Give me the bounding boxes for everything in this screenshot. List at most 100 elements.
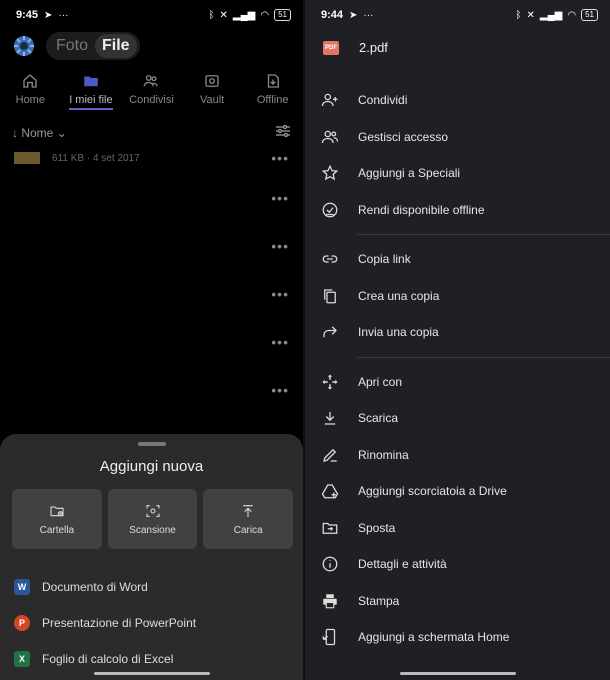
manage-access-icon xyxy=(321,130,339,143)
new-powerpoint-presentation[interactable]: P Presentazione di PowerPoint xyxy=(0,605,303,641)
menu-item-rename[interactable]: Rinomina xyxy=(305,437,610,474)
upload-button[interactable]: Carica xyxy=(203,489,294,549)
bluetooth-icon: ᛒ xyxy=(208,9,215,21)
menu-separator xyxy=(357,356,610,358)
status-bar: 9:45 ➤ ··· ᛒ ✕ ▂▄▆ ◠ 51 xyxy=(0,0,303,30)
right-screen: 9:44 ➤ ··· ᛒ ✕ ▂▄▆ ◠ 51 PDF 2.pdf Condivi… xyxy=(305,0,610,680)
scan-button[interactable]: Scansione xyxy=(107,489,198,549)
new-document-list: W Documento di Word P Presentazione di P… xyxy=(0,569,303,677)
menu-item-manage-access[interactable]: Gestisci accesso xyxy=(305,119,610,156)
menu-item-details[interactable]: Dettagli e attività xyxy=(305,546,610,583)
menu-item-print[interactable]: Stampa xyxy=(305,583,610,620)
menu-item-send-copy[interactable]: Invia una copia xyxy=(305,314,610,351)
tab-vault[interactable]: Vault xyxy=(182,72,243,110)
tab-shared[interactable]: Condivisi xyxy=(121,72,182,110)
more-notifications-icon: ··· xyxy=(58,9,69,21)
signal-icon: ▂▄▆ xyxy=(232,9,256,21)
offline-icon xyxy=(267,74,279,88)
file-row[interactable]: ••• xyxy=(14,380,289,400)
menu-item-add-starred[interactable]: Aggiungi a Speciali xyxy=(305,155,610,192)
sheet-drag-handle[interactable] xyxy=(137,442,166,446)
send-icon xyxy=(323,326,337,338)
tab-bar: Home I miei file Condivisi Vault Offline xyxy=(0,72,303,110)
file-row[interactable]: ••• xyxy=(14,236,289,256)
menu-item-add-shortcut[interactable]: Aggiungi scorciatoia a Drive xyxy=(305,473,610,510)
more-options-icon[interactable]: ••• xyxy=(271,238,289,254)
menu-item-make-offline[interactable]: Rendi disponibile offline xyxy=(305,192,610,229)
add-new-sheet: Aggiungi nuova Cartella Scansione Carica… xyxy=(0,434,303,680)
battery-icon: 51 xyxy=(581,9,598,21)
bluetooth-icon: ᛒ xyxy=(515,9,522,21)
telegram-icon: ➤ xyxy=(44,9,53,21)
file-row[interactable]: ••• xyxy=(14,188,289,208)
home-indicator[interactable] xyxy=(399,672,516,675)
sort-bar: ↓ Nome ⌄ xyxy=(12,124,291,141)
menu-item-move[interactable]: Sposta xyxy=(305,510,610,547)
wifi-icon: ◠ xyxy=(260,9,270,21)
add-home-icon xyxy=(322,629,336,646)
new-folder-icon xyxy=(50,505,64,516)
print-icon xyxy=(323,594,337,609)
more-notifications-icon: ··· xyxy=(363,9,374,21)
battery-icon: 51 xyxy=(274,9,291,21)
download-icon xyxy=(324,412,336,425)
sort-label[interactable]: Nome xyxy=(21,126,53,140)
status-time: 9:45 xyxy=(16,9,39,21)
tab-offline[interactable]: Offline xyxy=(242,72,303,110)
menu-item-share[interactable]: Condividi xyxy=(305,82,610,119)
file-row[interactable]: ••• xyxy=(14,284,289,304)
star-icon xyxy=(321,164,339,181)
settings-gear-icon[interactable] xyxy=(12,34,36,58)
open-with-icon xyxy=(322,374,338,390)
menu-item-open-with[interactable]: Apri con xyxy=(305,364,610,401)
tab-my-files[interactable]: I miei file xyxy=(61,72,122,110)
person-add-icon xyxy=(321,93,338,107)
segment-photos[interactable]: Foto xyxy=(49,34,95,58)
wifi-icon: ◠ xyxy=(567,9,577,21)
filter-icon[interactable] xyxy=(275,124,291,141)
new-folder-button[interactable]: Cartella xyxy=(12,489,102,549)
menu-item-make-copy[interactable]: Crea una copia xyxy=(305,278,610,315)
segment-files[interactable]: File xyxy=(95,34,137,58)
quick-actions: Cartella Scansione Carica xyxy=(12,489,294,549)
file-row[interactable]: 611 KB · 4 set 2017 ••• xyxy=(14,148,289,168)
more-options-icon[interactable]: ••• xyxy=(271,190,289,206)
rename-icon xyxy=(323,448,337,462)
file-row[interactable]: ••• xyxy=(14,332,289,352)
home-indicator[interactable] xyxy=(93,672,210,675)
more-options-icon[interactable]: ••• xyxy=(271,382,289,398)
menu-item-download[interactable]: Scarica xyxy=(305,400,610,437)
left-screen: 9:45 ➤ ··· ᛒ ✕ ▂▄▆ ◠ 51 Foto File Home I … xyxy=(0,0,303,680)
menu-item-copy-link[interactable]: Copia link xyxy=(305,241,610,278)
mute-icon: ✕ xyxy=(219,9,228,21)
chevron-down-icon[interactable]: ⌄ xyxy=(53,126,67,140)
sheet-title: Aggiungi nuova xyxy=(99,458,204,475)
more-options-icon[interactable]: ••• xyxy=(271,286,289,302)
menu-item-add-home-screen[interactable]: Aggiungi a schermata Home xyxy=(305,619,610,656)
file-actions-menu: Condividi Gestisci accesso Aggiungi a Sp… xyxy=(305,82,610,656)
excel-icon: X xyxy=(14,651,30,667)
new-word-document[interactable]: W Documento di Word xyxy=(0,569,303,605)
pdf-file-icon: PDF xyxy=(323,40,339,55)
file-name: 2.pdf xyxy=(359,40,388,55)
people-icon xyxy=(144,75,159,87)
telegram-icon: ➤ xyxy=(349,9,358,21)
home-icon xyxy=(23,74,37,88)
file-thumbnail xyxy=(14,152,40,164)
signal-icon: ▂▄▆ xyxy=(539,9,563,21)
powerpoint-icon: P xyxy=(14,615,30,631)
file-meta: 611 KB · 4 set 2017 xyxy=(52,152,140,164)
more-options-icon[interactable]: ••• xyxy=(271,150,289,166)
photos-files-switch: Foto File xyxy=(46,32,140,60)
upload-icon xyxy=(243,504,253,517)
offline-check-icon xyxy=(322,202,338,218)
file-header: PDF 2.pdf xyxy=(323,40,388,55)
more-options-icon[interactable]: ••• xyxy=(271,334,289,350)
sort-arrow-icon[interactable]: ↓ xyxy=(12,126,21,140)
folder-icon xyxy=(84,76,98,87)
tab-home[interactable]: Home xyxy=(0,72,61,110)
vault-icon xyxy=(205,75,219,87)
move-icon xyxy=(322,522,338,534)
link-icon xyxy=(322,255,338,263)
app-header: Foto File xyxy=(12,32,140,60)
